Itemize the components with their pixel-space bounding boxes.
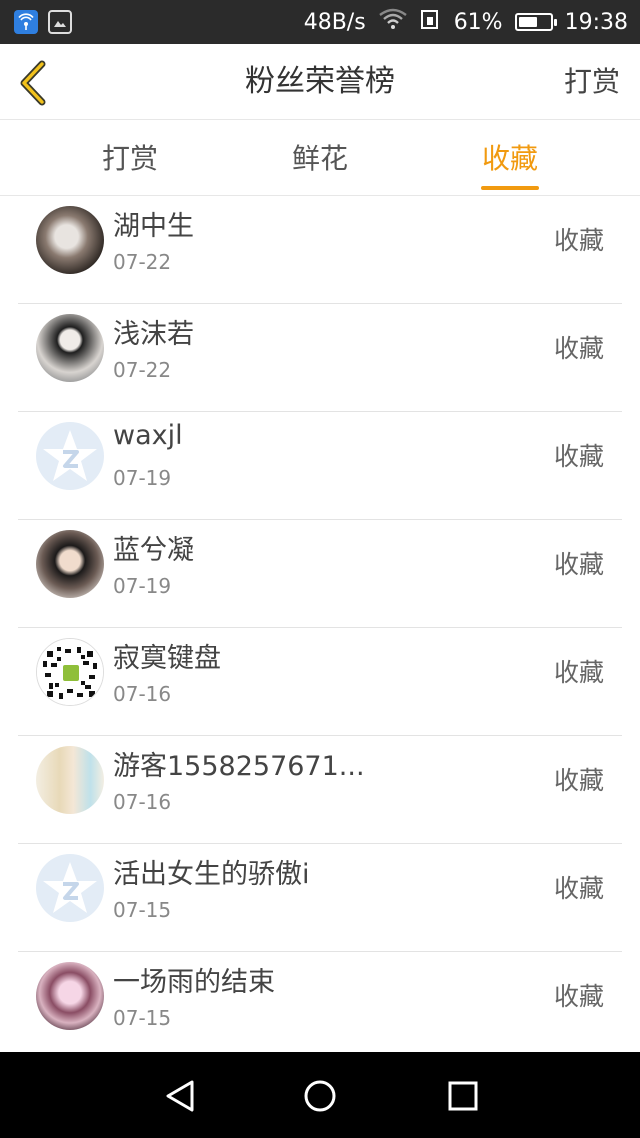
hotspot-icon [14, 10, 38, 34]
fan-name: 浅沫若 [113, 319, 194, 350]
qr-code-icon [36, 638, 104, 706]
fan-date: 07-19 [113, 466, 172, 490]
default-avatar-icon [36, 422, 104, 490]
clock: 19:38 [564, 9, 628, 35]
list-item[interactable]: 一场雨的结束 07-15 收藏 [18, 952, 622, 1052]
fan-date: 07-22 [113, 250, 172, 274]
row-action-label: 收藏 [553, 766, 604, 795]
default-avatar-icon [36, 854, 104, 922]
row-action-label: 收藏 [553, 442, 604, 471]
list-item[interactable]: 蓝兮凝 07-19 收藏 [18, 520, 622, 628]
status-right: 48B/s 61% 19:38 [304, 8, 640, 36]
list-item[interactable]: 湖中生 07-22 收藏 [18, 196, 622, 304]
page-title: 粉丝荣誉榜 [245, 64, 395, 99]
row-action-label: 收藏 [553, 874, 604, 903]
fan-date: 07-19 [113, 574, 172, 598]
nav-home-button[interactable] [300, 1076, 340, 1116]
tab-label: 鲜花 [291, 142, 348, 175]
list-item[interactable]: 浅沫若 07-22 收藏 [18, 304, 622, 412]
nav-recents-button[interactable] [443, 1076, 483, 1116]
fan-name: 蓝兮凝 [113, 535, 194, 566]
tab-label: 收藏 [481, 142, 538, 175]
nav-back-button[interactable] [160, 1076, 200, 1116]
back-button[interactable] [16, 60, 52, 106]
list-item[interactable]: 游客1558257671... 07-16 收藏 [18, 736, 622, 844]
tab-underline [481, 186, 539, 190]
gallery-icon [48, 10, 72, 34]
status-left-icons [0, 10, 72, 34]
battery-icon [514, 13, 557, 31]
fan-list[interactable]: 湖中生 07-22 收藏 浅沫若 07-22 收藏 waxjl 07-19 收藏… [0, 196, 640, 1052]
fan-date: 07-16 [113, 682, 172, 706]
fan-name: 游客1558257671... [113, 751, 365, 782]
fan-date: 07-16 [113, 790, 172, 814]
fan-date: 07-15 [113, 898, 172, 922]
triangle-back-icon [166, 1080, 194, 1112]
wifi-icon [378, 8, 408, 36]
header: 粉丝荣誉榜 打赏 [0, 44, 640, 120]
fan-date: 07-22 [113, 358, 172, 382]
tab-flowers[interactable]: 鲜花 [260, 120, 380, 196]
network-speed: 48B/s [303, 9, 366, 35]
tab-bar: 打赏 鲜花 收藏 [0, 120, 640, 196]
avatar [36, 206, 104, 274]
battery-fill [518, 17, 537, 27]
tab-favorites[interactable]: 收藏 [450, 120, 570, 196]
status-bar: 48B/s 61% 19:38 [0, 0, 640, 44]
avatar [36, 746, 104, 814]
square-recents-icon [448, 1081, 478, 1111]
battery-percent: 61% [453, 9, 503, 35]
row-action-label: 收藏 [553, 550, 604, 579]
list-item[interactable]: 活出女生的骄傲i 07-15 收藏 [18, 844, 622, 952]
fan-name: 寂寞键盘 [113, 643, 221, 674]
avatar [36, 962, 104, 1030]
fan-name: 湖中生 [113, 211, 194, 242]
row-action-label: 收藏 [553, 982, 604, 1011]
avatar [36, 314, 104, 382]
row-action-label: 收藏 [553, 226, 604, 255]
list-item[interactable]: waxjl 07-19 收藏 [18, 412, 622, 520]
tab-label: 打赏 [101, 142, 158, 175]
chevron-left-icon [20, 60, 46, 106]
system-nav-bar [0, 1052, 640, 1138]
sim-icon [420, 8, 442, 36]
fan-name: 一场雨的结束 [113, 967, 275, 998]
fan-name: 活出女生的骄傲i [113, 859, 310, 890]
row-action-label: 收藏 [553, 334, 604, 363]
circle-home-icon [304, 1080, 336, 1112]
reward-button[interactable]: 打赏 [564, 44, 620, 120]
avatar [36, 530, 104, 598]
row-action-label: 收藏 [553, 658, 604, 687]
fan-date: 07-15 [113, 1006, 172, 1030]
tab-reward[interactable]: 打赏 [70, 120, 190, 196]
list-item[interactable]: 寂寞键盘 07-16 收藏 [18, 628, 622, 736]
fan-name: waxjl [113, 420, 183, 451]
